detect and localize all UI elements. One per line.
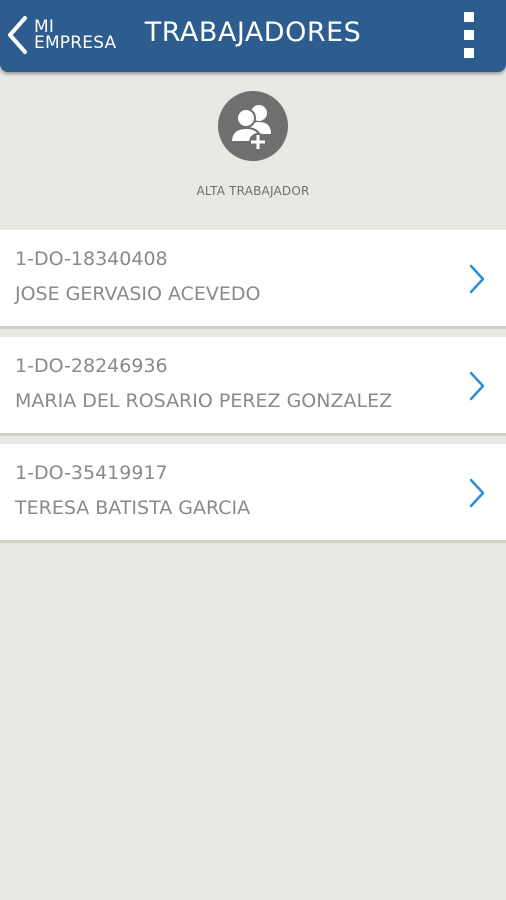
- add-users-icon: [217, 90, 289, 167]
- worker-code: 1-DO-35419917: [15, 462, 168, 484]
- chevron-right-icon: [468, 264, 486, 299]
- worker-code: 1-DO-18340408: [15, 248, 168, 270]
- chevron-right-icon: [468, 478, 486, 513]
- worker-row[interactable]: 1-DO-28246936 MARIA DEL ROSARIO PEREZ GO…: [0, 337, 506, 436]
- worker-row[interactable]: 1-DO-35419917 TERESA BATISTA GARCIA: [0, 444, 506, 543]
- worker-code: 1-DO-28246936: [15, 355, 168, 377]
- top-bar: MI EMPRESA TRABAJADORES: [0, 0, 506, 72]
- add-worker-label: ALTA TRABAJADOR: [196, 184, 310, 198]
- worker-name: MARIA DEL ROSARIO PEREZ GONZALEZ: [15, 390, 393, 412]
- worker-row[interactable]: 1-DO-18340408 JOSE GERVASIO ACEVEDO: [0, 230, 506, 329]
- chevron-right-icon: [468, 371, 486, 406]
- worker-name: TERESA BATISTA GARCIA: [15, 497, 251, 519]
- worker-name: JOSE GERVASIO ACEVEDO: [15, 283, 261, 305]
- overflow-menu-button[interactable]: [456, 10, 484, 60]
- workers-list: 1-DO-18340408 JOSE GERVASIO ACEVEDO 1-DO…: [0, 230, 506, 551]
- add-worker-button[interactable]: ALTA TRABAJADOR: [0, 90, 506, 210]
- page-title: TRABAJADORES: [144, 17, 362, 48]
